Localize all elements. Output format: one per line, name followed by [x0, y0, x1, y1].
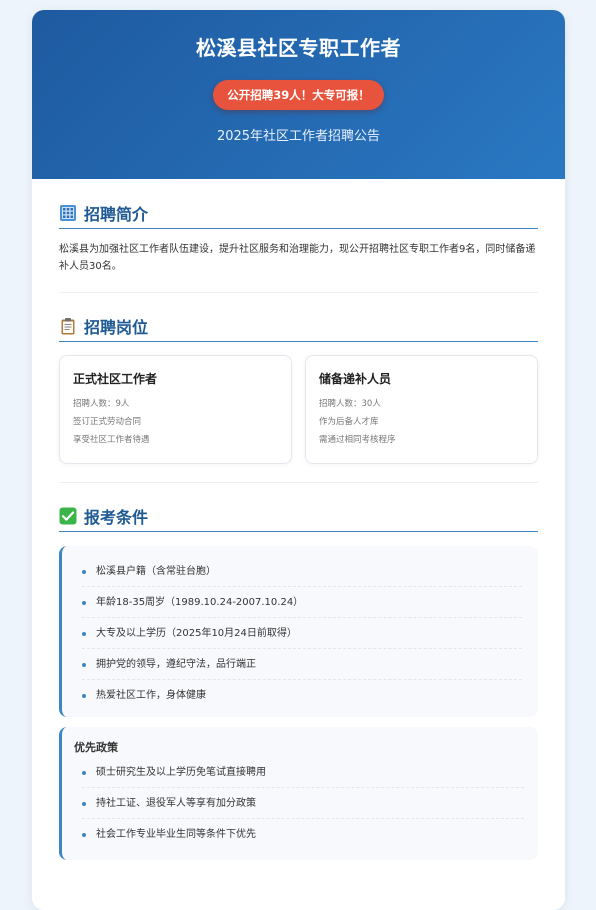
list-item: 拥护党的领导，遵纪守法，品行端正 — [82, 649, 522, 680]
clipboard-icon — [59, 317, 77, 335]
intro-section-header: 招聘简介 — [59, 201, 538, 229]
page-title: 松溪县社区专职工作者 — [196, 36, 401, 60]
list-item: 大专及以上学历（2025年10月24日前取得） — [82, 618, 522, 649]
job-detail: 招聘人数：30人 — [319, 399, 381, 409]
requirements-list: 松溪县户籍（含常驻台胞） 年龄18-35周岁（1989.10.24-2007.1… — [59, 546, 538, 717]
job-detail: 作为后备人才库 — [319, 417, 379, 427]
job-card-formal: 正式社区工作者 招聘人数：9人 签订正式劳动合同 享受社区工作者待遇 — [59, 355, 292, 464]
job-title: 储备递补人员 — [319, 372, 392, 386]
list-item: 硕士研究生及以上学历免笔试直接聘用 — [82, 757, 524, 788]
requirements-section-header: 报考条件 — [59, 504, 538, 532]
priority-policy-box: 优先政策 硕士研究生及以上学历免笔试直接聘用 持社工证、退役军人等享有加分政策 … — [59, 727, 538, 860]
list-item: 热爱社区工作，身体健康 — [82, 680, 522, 711]
policy-title: 优先政策 — [74, 741, 118, 754]
requirements-section: 报考条件 松溪县户籍（含常驻台胞） 年龄18-35周岁（1989.10.24-2… — [59, 483, 538, 860]
announcement-card: 松溪县社区专职工作者 公开招聘39人！大专可报！ 2025年社区工作者招聘公告 — [32, 10, 565, 910]
intro-section-title: 招聘简介 — [84, 204, 149, 224]
header-banner: 松溪县社区专职工作者 公开招聘39人！大专可报！ 2025年社区工作者招聘公告 — [32, 10, 565, 179]
positions-section-header: 招聘岗位 — [59, 314, 538, 342]
list-item: 年龄18-35周岁（1989.10.24-2007.10.24） — [82, 587, 522, 618]
job-detail: 招聘人数：9人 — [73, 399, 130, 409]
positions-section-title: 招聘岗位 — [84, 317, 149, 337]
job-list: 正式社区工作者 招聘人数：9人 签订正式劳动合同 享受社区工作者待遇 储备递补人… — [59, 355, 538, 464]
check-icon — [59, 507, 77, 525]
list-item: 持社工证、退役军人等享有加分政策 — [82, 788, 524, 819]
job-title: 正式社区工作者 — [73, 372, 158, 386]
page-subtitle: 2025年社区工作者招聘公告 — [216, 129, 381, 144]
building-icon — [59, 204, 77, 222]
job-detail: 签订正式劳动合同 — [73, 417, 142, 427]
main-content: 招聘简介 松溪县为加强社区工作者队伍建设，提升社区服务和治理能力，现公开招聘社区… — [32, 179, 565, 860]
positions-section: 招聘岗位 正式社区工作者 招聘人数：9人 签订正式劳动合同 享受社区工作者待遇 … — [59, 293, 538, 464]
list-item: 社会工作专业毕业生同等条件下优先 — [82, 819, 524, 850]
job-detail: 需通过相同考核程序 — [319, 435, 396, 445]
recruit-badge: 公开招聘39人！大专可报！ — [213, 80, 384, 110]
intro-text: 松溪县为加强社区工作者队伍建设，提升社区服务和治理能力，现公开招聘社区专职工作者… — [59, 244, 536, 272]
list-item: 松溪县户籍（含常驻台胞） — [82, 556, 522, 587]
requirements-section-title: 报考条件 — [84, 507, 149, 527]
job-detail: 享受社区工作者待遇 — [73, 435, 150, 445]
job-card-reserve: 储备递补人员 招聘人数：30人 作为后备人才库 需通过相同考核程序 — [305, 355, 538, 464]
intro-section: 招聘简介 松溪县为加强社区工作者队伍建设，提升社区服务和治理能力，现公开招聘社区… — [59, 179, 538, 275]
